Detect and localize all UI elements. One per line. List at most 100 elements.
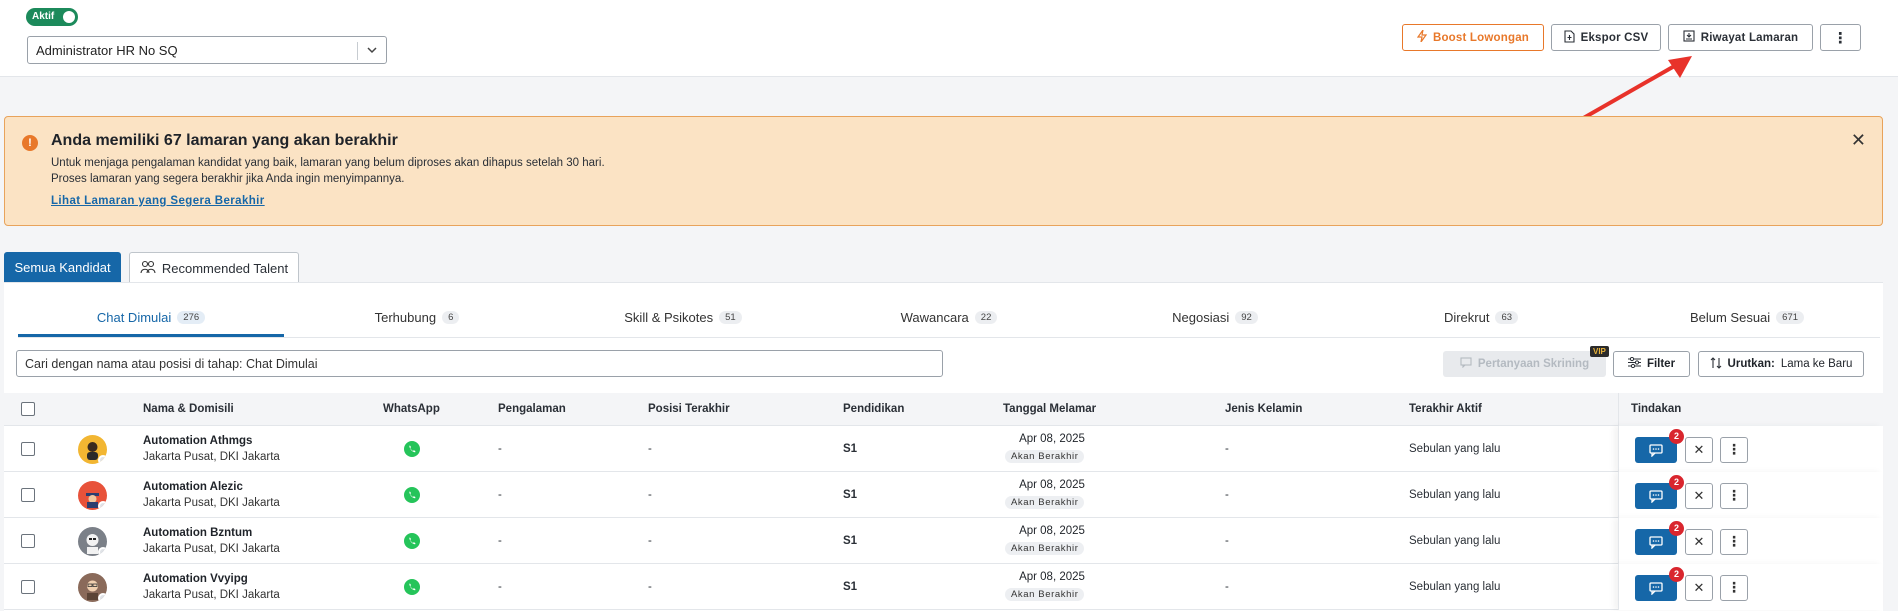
last-position-value: -	[648, 489, 652, 501]
stage-tab-wawancara[interactable]: Wawancara 22	[816, 300, 1082, 337]
active-toggle[interactable]: Aktif	[26, 8, 78, 26]
gender-value: -	[1225, 535, 1229, 547]
candidate-location: Jakarta Pusat, DKI Jakarta	[143, 451, 280, 463]
select-all-checkbox[interactable]	[21, 402, 35, 416]
row-checkbox[interactable]	[21, 488, 35, 502]
whatsapp-icon[interactable]	[404, 487, 420, 503]
applied-date: Apr 08, 2025	[1019, 571, 1085, 583]
table-row[interactable]: Automation Bzntum Jakarta Pusat, DKI Jak…	[4, 518, 1883, 564]
job-select[interactable]: Administrator HR No SQ	[27, 36, 387, 64]
last-active-value: Sebulan yang lalu	[1409, 581, 1501, 593]
sort-button[interactable]: Urutkan: Lama ke Baru	[1698, 351, 1864, 377]
table-header: Nama & Domisili WhatsApp Pengalaman Posi…	[4, 393, 1883, 426]
stage-tab-direkrut[interactable]: Direkrut 63	[1348, 300, 1614, 337]
sort-arrows-icon	[1710, 356, 1722, 372]
row-checkbox[interactable]	[21, 580, 35, 594]
candidate-location: Jakarta Pusat, DKI Jakarta	[143, 543, 280, 555]
row-actions: 2 ✕ ⋮	[1618, 472, 1883, 518]
chevron-down-icon	[366, 43, 378, 60]
notification-badge: 2	[1669, 567, 1684, 582]
candidate-name[interactable]: Automation Alezic	[143, 481, 243, 493]
history-button[interactable]: Riwayat Lamaran	[1668, 24, 1813, 51]
sliders-icon	[1627, 356, 1641, 371]
avatar	[78, 435, 107, 464]
search-input[interactable]: Cari dengan nama atau posisi di tahap: C…	[16, 350, 943, 377]
candidate-location: Jakarta Pusat, DKI Jakarta	[143, 589, 280, 601]
last-position-value: -	[648, 581, 652, 593]
candidate-name[interactable]: Automation Bzntum	[143, 527, 252, 539]
stage-tab-skill-psikotes[interactable]: Skill & Psikotes 51	[550, 300, 816, 337]
candidate-name[interactable]: Automation Vvyipg	[143, 573, 248, 585]
stage-label: Wawancara	[900, 310, 969, 325]
gender-value: -	[1225, 489, 1229, 501]
header-name: Nama & Domisili	[143, 403, 234, 415]
row-checkbox[interactable]	[21, 534, 35, 548]
stage-count: 92	[1235, 311, 1258, 324]
row-more-button[interactable]: ⋮	[1720, 575, 1748, 601]
status-badge: Akan Berakhir	[1005, 450, 1085, 463]
more-options-button[interactable]: ⋮	[1820, 24, 1861, 51]
status-badge: Akan Berakhir	[1005, 496, 1085, 509]
expiry-alert: ! Anda memiliki 67 lamaran yang akan ber…	[4, 116, 1883, 226]
row-more-button[interactable]: ⋮	[1720, 483, 1748, 509]
presence-dot	[98, 455, 107, 464]
filter-button[interactable]: Filter	[1613, 351, 1690, 377]
active-toggle-label: Aktif	[32, 11, 55, 22]
reject-button[interactable]: ✕	[1685, 529, 1713, 555]
whatsapp-icon[interactable]	[404, 441, 420, 457]
reject-button[interactable]: ✕	[1685, 483, 1713, 509]
tab-recommended-talent[interactable]: Recommended Talent	[129, 252, 299, 283]
screening-questions-button[interactable]: Pertanyaan Skrining	[1443, 351, 1606, 377]
chat-icon	[1649, 535, 1663, 549]
tab-all-candidates[interactable]: Semua Kandidat	[4, 252, 121, 282]
stage-tab-negosiasi[interactable]: Negosiasi 92	[1082, 300, 1348, 337]
status-badge: Akan Berakhir	[1005, 588, 1085, 601]
candidate-name[interactable]: Automation Athmgs	[143, 435, 252, 447]
candidate-location: Jakarta Pusat, DKI Jakarta	[143, 497, 280, 509]
stage-label: Belum Sesuai	[1689, 310, 1771, 325]
alert-link[interactable]: Lihat Lamaran yang Segera Berakhir	[51, 195, 265, 207]
whatsapp-icon[interactable]	[404, 533, 420, 549]
avatar	[78, 527, 107, 556]
stage-count: 671	[1776, 311, 1805, 324]
close-icon[interactable]: ✕	[1851, 130, 1866, 151]
row-more-button[interactable]: ⋮	[1720, 529, 1748, 555]
presence-dot	[98, 593, 107, 602]
stage-tab-chat-dimulai[interactable]: Chat Dimulai 276	[18, 300, 284, 337]
stage-count: 6	[442, 311, 460, 324]
row-checkbox[interactable]	[21, 442, 35, 456]
notification-badge: 2	[1669, 429, 1684, 444]
stage-label: Skill & Psikotes	[624, 310, 714, 325]
row-actions: 2 ✕ ⋮	[1618, 564, 1883, 610]
row-more-button[interactable]: ⋮	[1720, 437, 1748, 463]
export-label: Ekspor CSV	[1580, 31, 1649, 44]
screening-label: Pertanyaan Skrining	[1477, 358, 1590, 370]
applied-date: Apr 08, 2025	[1019, 433, 1085, 445]
stage-label: Negosiasi	[1172, 310, 1230, 325]
export-csv-button[interactable]: Ekspor CSV	[1551, 24, 1661, 51]
lightning-icon	[1416, 29, 1428, 45]
boost-button[interactable]: Boost Lowongan	[1402, 24, 1544, 51]
last-active-value: Sebulan yang lalu	[1409, 489, 1501, 501]
chat-icon	[1649, 489, 1663, 503]
reject-button[interactable]: ✕	[1685, 437, 1713, 463]
presence-dot	[98, 547, 107, 556]
stage-tab-terhubung[interactable]: Terhubung 6	[284, 300, 550, 337]
stage-tab-belum-sesuai[interactable]: Belum Sesuai 671	[1614, 300, 1880, 337]
experience-value: -	[498, 489, 502, 501]
sort-value: Lama ke Baru	[1780, 358, 1853, 370]
table-row[interactable]: Automation Vvyipg Jakarta Pusat, DKI Jak…	[4, 564, 1883, 610]
whatsapp-icon[interactable]	[404, 579, 420, 595]
history-icon	[1683, 30, 1695, 45]
stage-label: Terhubung	[374, 310, 437, 325]
people-icon	[140, 260, 156, 277]
gender-value: -	[1225, 443, 1229, 455]
alert-line-1: Untuk menjaga pengalaman kandidat yang b…	[51, 157, 605, 169]
row-actions: 2 ✕ ⋮	[1618, 518, 1883, 564]
table-row[interactable]: Automation Alezic Jakarta Pusat, DKI Jak…	[4, 472, 1883, 518]
reject-button[interactable]: ✕	[1685, 575, 1713, 601]
table-row[interactable]: Automation Athmgs Jakarta Pusat, DKI Jak…	[4, 426, 1883, 472]
job-select-value: Administrator HR No SQ	[36, 43, 178, 58]
presence-dot	[98, 501, 107, 510]
stage-count: 22	[974, 311, 998, 324]
